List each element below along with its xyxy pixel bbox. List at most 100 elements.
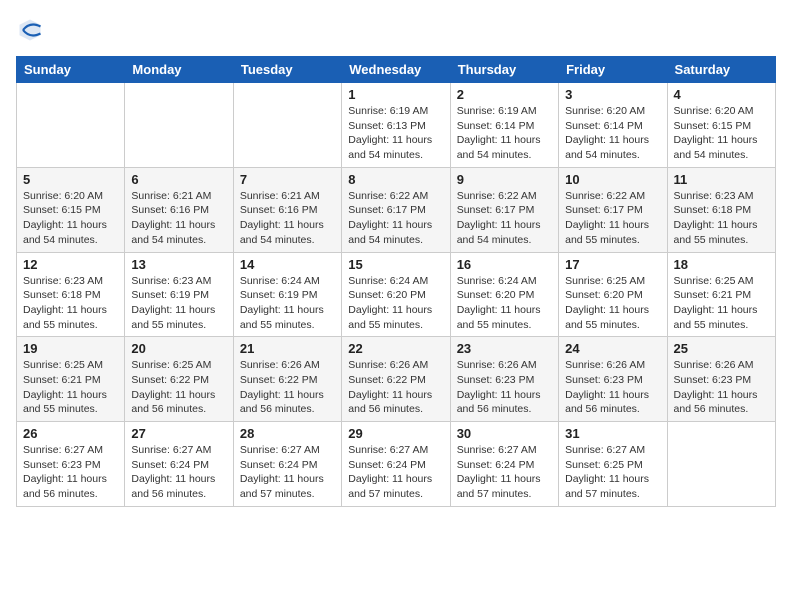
calendar-cell (667, 422, 775, 507)
calendar-cell: 3 Sunrise: 6:20 AM Sunset: 6:14 PM Daylig… (559, 83, 667, 168)
day-number: 3 (565, 87, 660, 102)
day-number: 22 (348, 341, 443, 356)
day-info: Sunrise: 6:20 AM Sunset: 6:15 PM Dayligh… (23, 189, 118, 248)
day-info: Sunrise: 6:24 AM Sunset: 6:19 PM Dayligh… (240, 274, 335, 333)
day-info: Sunrise: 6:26 AM Sunset: 6:22 PM Dayligh… (348, 358, 443, 417)
day-info: Sunrise: 6:21 AM Sunset: 6:16 PM Dayligh… (131, 189, 226, 248)
day-info: Sunrise: 6:20 AM Sunset: 6:15 PM Dayligh… (674, 104, 769, 163)
day-number: 29 (348, 426, 443, 441)
calendar-week-row: 1 Sunrise: 6:19 AM Sunset: 6:13 PM Daylig… (17, 83, 776, 168)
day-info: Sunrise: 6:25 AM Sunset: 6:22 PM Dayligh… (131, 358, 226, 417)
day-info: Sunrise: 6:25 AM Sunset: 6:21 PM Dayligh… (674, 274, 769, 333)
day-number: 28 (240, 426, 335, 441)
day-info: Sunrise: 6:26 AM Sunset: 6:23 PM Dayligh… (565, 358, 660, 417)
weekday-header: Thursday (450, 57, 558, 83)
day-info: Sunrise: 6:23 AM Sunset: 6:18 PM Dayligh… (23, 274, 118, 333)
day-number: 1 (348, 87, 443, 102)
calendar-cell: 11Sunrise: 6:23 AM Sunset: 6:18 PM Dayli… (667, 167, 775, 252)
calendar-cell: 16 Sunrise: 6:24 AM Sunset: 6:20 PM Dayli… (450, 252, 558, 337)
calendar-cell (17, 83, 125, 168)
calendar-week-row: 19 Sunrise: 6:25 AM Sunset: 6:21 PM Dayli… (17, 337, 776, 422)
calendar-cell: 26 Sunrise: 6:27 AM Sunset: 6:23 PM Dayli… (17, 422, 125, 507)
day-number: 18 (674, 257, 769, 272)
day-info: Sunrise: 6:22 AM Sunset: 6:17 PM Dayligh… (457, 189, 552, 248)
day-number: 30 (457, 426, 552, 441)
day-number: 10 (565, 172, 660, 187)
logo (16, 16, 48, 44)
day-number: 7 (240, 172, 335, 187)
day-info: Sunrise: 6:27 AM Sunset: 6:24 PM Dayligh… (348, 443, 443, 502)
calendar-cell: 22 Sunrise: 6:26 AM Sunset: 6:22 PM Dayli… (342, 337, 450, 422)
weekday-header-row: SundayMondayTuesdayWednesdayThursdayFrid… (17, 57, 776, 83)
calendar-cell (233, 83, 341, 168)
day-info: Sunrise: 6:26 AM Sunset: 6:23 PM Dayligh… (674, 358, 769, 417)
calendar-cell: 25 Sunrise: 6:26 AM Sunset: 6:23 PM Dayli… (667, 337, 775, 422)
calendar-cell (125, 83, 233, 168)
calendar-cell: 2 Sunrise: 6:19 AM Sunset: 6:14 PM Daylig… (450, 83, 558, 168)
day-number: 9 (457, 172, 552, 187)
day-info: Sunrise: 6:20 AM Sunset: 6:14 PM Dayligh… (565, 104, 660, 163)
calendar-cell: 28 Sunrise: 6:27 AM Sunset: 6:24 PM Dayli… (233, 422, 341, 507)
day-number: 15 (348, 257, 443, 272)
day-info: Sunrise: 6:25 AM Sunset: 6:20 PM Dayligh… (565, 274, 660, 333)
day-number: 13 (131, 257, 226, 272)
day-number: 8 (348, 172, 443, 187)
calendar-cell: 1 Sunrise: 6:19 AM Sunset: 6:13 PM Daylig… (342, 83, 450, 168)
day-number: 12 (23, 257, 118, 272)
calendar-cell: 14 Sunrise: 6:24 AM Sunset: 6:19 PM Dayli… (233, 252, 341, 337)
day-number: 20 (131, 341, 226, 356)
day-info: Sunrise: 6:21 AM Sunset: 6:16 PM Dayligh… (240, 189, 335, 248)
day-info: Sunrise: 6:27 AM Sunset: 6:24 PM Dayligh… (131, 443, 226, 502)
day-info: Sunrise: 6:19 AM Sunset: 6:14 PM Dayligh… (457, 104, 552, 163)
calendar-cell: 7 Sunrise: 6:21 AM Sunset: 6:16 PM Daylig… (233, 167, 341, 252)
calendar-week-row: 12 Sunrise: 6:23 AM Sunset: 6:18 PM Dayli… (17, 252, 776, 337)
day-number: 17 (565, 257, 660, 272)
day-info: Sunrise: 6:27 AM Sunset: 6:24 PM Dayligh… (240, 443, 335, 502)
calendar-cell: 20 Sunrise: 6:25 AM Sunset: 6:22 PM Dayli… (125, 337, 233, 422)
day-info: Sunrise: 6:22 AM Sunset: 6:17 PM Dayligh… (348, 189, 443, 248)
day-number: 5 (23, 172, 118, 187)
day-info: Sunrise: 6:27 AM Sunset: 6:24 PM Dayligh… (457, 443, 552, 502)
day-info: Sunrise: 6:24 AM Sunset: 6:20 PM Dayligh… (457, 274, 552, 333)
day-info: Sunrise: 6:25 AM Sunset: 6:21 PM Dayligh… (23, 358, 118, 417)
day-info: Sunrise: 6:26 AM Sunset: 6:22 PM Dayligh… (240, 358, 335, 417)
calendar-cell: 13 Sunrise: 6:23 AM Sunset: 6:19 PM Dayli… (125, 252, 233, 337)
day-number: 24 (565, 341, 660, 356)
day-number: 16 (457, 257, 552, 272)
day-info: Sunrise: 6:19 AM Sunset: 6:13 PM Dayligh… (348, 104, 443, 163)
weekday-header: Saturday (667, 57, 775, 83)
day-number: 14 (240, 257, 335, 272)
day-number: 26 (23, 426, 118, 441)
weekday-header: Friday (559, 57, 667, 83)
day-info: Sunrise: 6:22 AM Sunset: 6:17 PM Dayligh… (565, 189, 660, 248)
day-number: 19 (23, 341, 118, 356)
calendar-table: SundayMondayTuesdayWednesdayThursdayFrid… (16, 56, 776, 507)
day-number: 2 (457, 87, 552, 102)
calendar-cell: 31Sunrise: 6:27 AM Sunset: 6:25 PM Dayli… (559, 422, 667, 507)
calendar-cell: 18 Sunrise: 6:25 AM Sunset: 6:21 PM Dayli… (667, 252, 775, 337)
calendar-cell: 19 Sunrise: 6:25 AM Sunset: 6:21 PM Dayli… (17, 337, 125, 422)
calendar-cell: 15Sunrise: 6:24 AM Sunset: 6:20 PM Dayli… (342, 252, 450, 337)
day-info: Sunrise: 6:23 AM Sunset: 6:19 PM Dayligh… (131, 274, 226, 333)
calendar-cell: 9 Sunrise: 6:22 AM Sunset: 6:17 PM Daylig… (450, 167, 558, 252)
calendar-cell: 4Sunrise: 6:20 AM Sunset: 6:15 PM Daylig… (667, 83, 775, 168)
day-number: 25 (674, 341, 769, 356)
calendar-cell: 8 Sunrise: 6:22 AM Sunset: 6:17 PM Daylig… (342, 167, 450, 252)
day-info: Sunrise: 6:23 AM Sunset: 6:18 PM Dayligh… (674, 189, 769, 248)
weekday-header: Wednesday (342, 57, 450, 83)
calendar-cell: 27 Sunrise: 6:27 AM Sunset: 6:24 PM Dayli… (125, 422, 233, 507)
calendar-week-row: 26 Sunrise: 6:27 AM Sunset: 6:23 PM Dayli… (17, 422, 776, 507)
calendar-cell: 10 Sunrise: 6:22 AM Sunset: 6:17 PM Dayli… (559, 167, 667, 252)
calendar-cell: 17 Sunrise: 6:25 AM Sunset: 6:20 PM Dayli… (559, 252, 667, 337)
day-info: Sunrise: 6:26 AM Sunset: 6:23 PM Dayligh… (457, 358, 552, 417)
calendar-cell: 23 Sunrise: 6:26 AM Sunset: 6:23 PM Dayli… (450, 337, 558, 422)
calendar-cell: 21Sunrise: 6:26 AM Sunset: 6:22 PM Dayli… (233, 337, 341, 422)
day-info: Sunrise: 6:27 AM Sunset: 6:25 PM Dayligh… (565, 443, 660, 502)
day-info: Sunrise: 6:27 AM Sunset: 6:23 PM Dayligh… (23, 443, 118, 502)
calendar-cell: 24 Sunrise: 6:26 AM Sunset: 6:23 PM Dayli… (559, 337, 667, 422)
weekday-header: Tuesday (233, 57, 341, 83)
calendar-cell: 12 Sunrise: 6:23 AM Sunset: 6:18 PM Dayli… (17, 252, 125, 337)
day-number: 23 (457, 341, 552, 356)
calendar-cell: 6Sunrise: 6:21 AM Sunset: 6:16 PM Daylig… (125, 167, 233, 252)
day-number: 27 (131, 426, 226, 441)
